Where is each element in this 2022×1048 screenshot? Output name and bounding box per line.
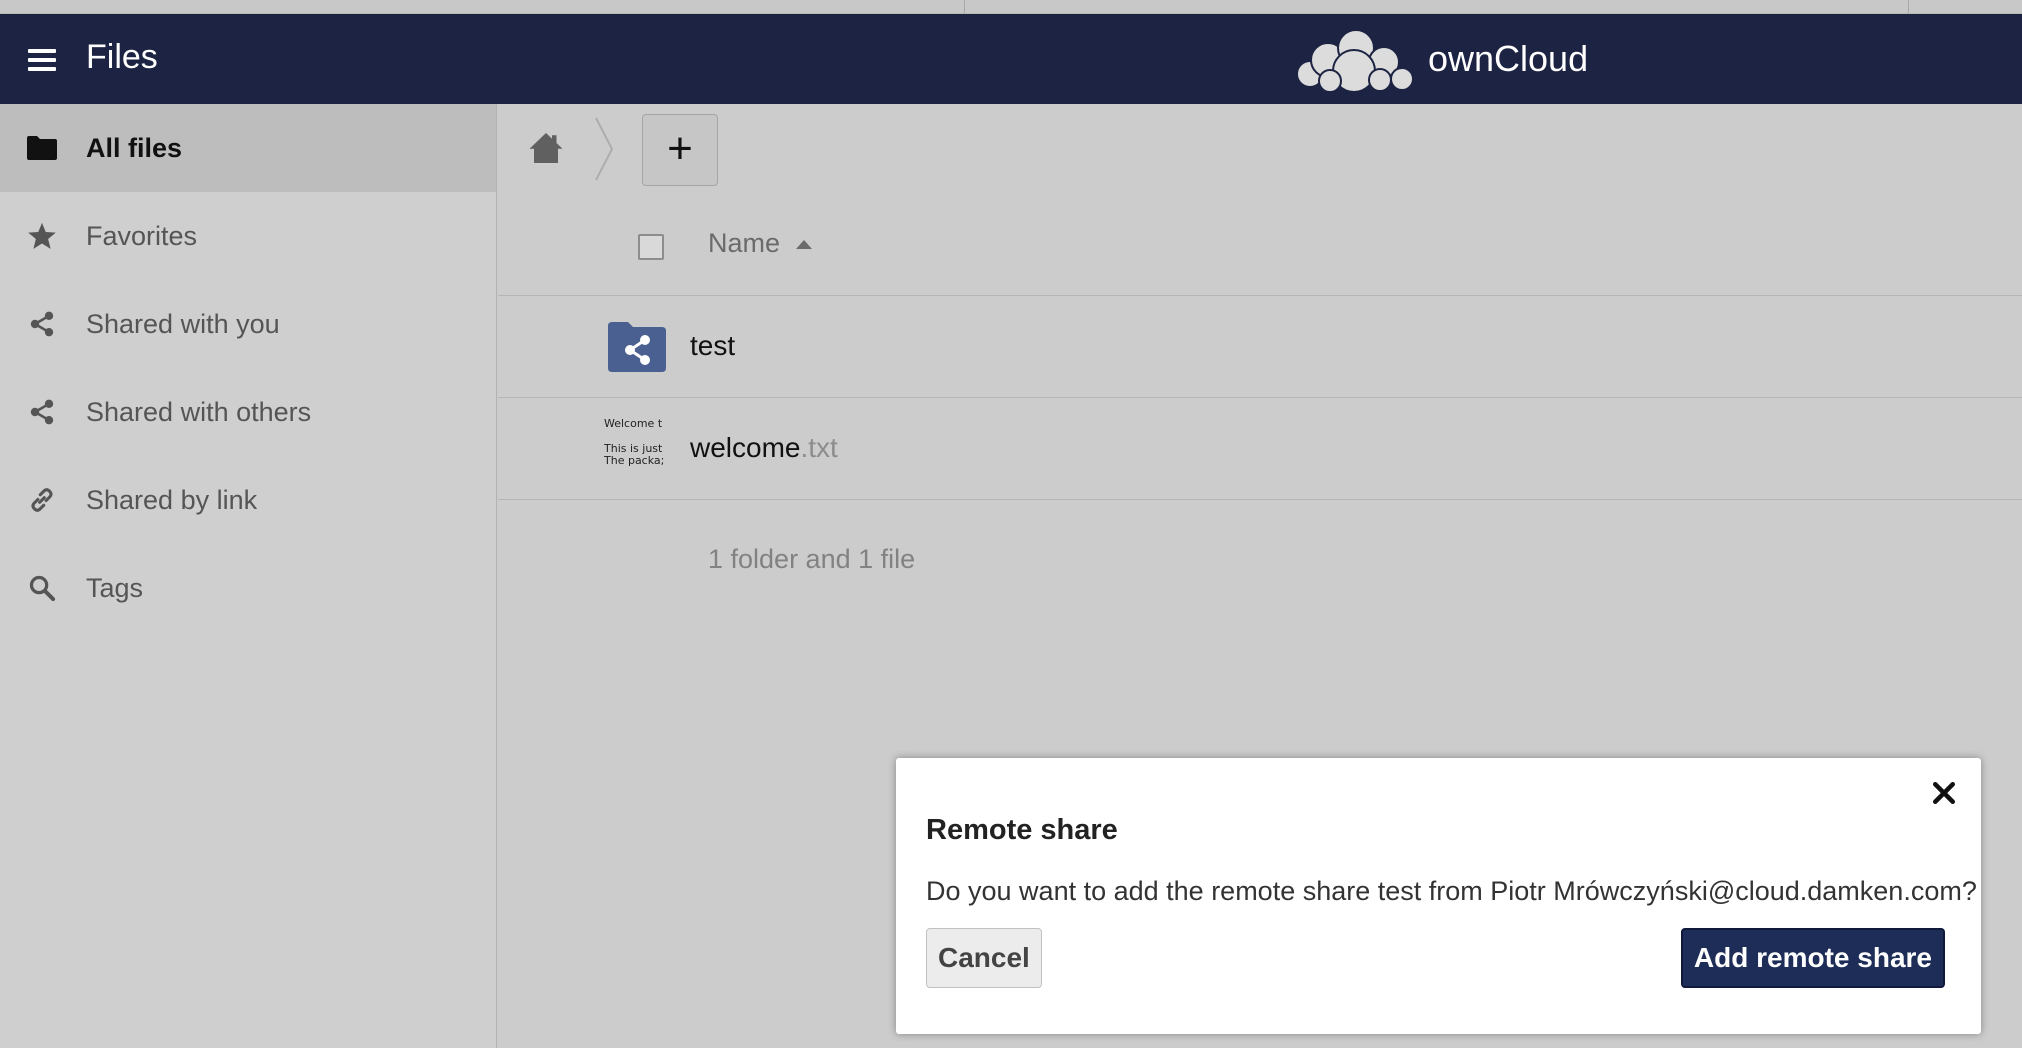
dialog-message: Do you want to add the remote share test…: [926, 876, 1977, 906]
sidebar-item-label: Shared with you: [86, 308, 280, 339]
breadcrumb: +: [498, 104, 2022, 194]
search-icon: [26, 572, 58, 604]
share-icon: [26, 396, 58, 428]
file-basename: test: [690, 330, 736, 361]
sidebar-item-favorites[interactable]: Favorites: [0, 192, 496, 280]
file-name[interactable]: test: [690, 330, 735, 362]
file-name[interactable]: welcome.txt: [690, 432, 838, 464]
strip-divider: [1908, 0, 1909, 14]
brand-name: ownCloud: [1428, 38, 1589, 79]
sidebar-item-label: Shared by link: [86, 484, 258, 515]
remote-share-dialog: Remote share Do you want to add the remo…: [896, 758, 1981, 1034]
owncloud-cloud-logo: [1296, 29, 1414, 93]
file-summary: 1 folder and 1 file: [708, 544, 916, 574]
sidebar-item-label: Favorites: [86, 220, 198, 251]
new-file-button[interactable]: +: [642, 114, 718, 186]
hamburger-menu-icon[interactable]: [28, 49, 56, 71]
brand[interactable]: ownCloud: [1294, 24, 1588, 94]
app-header: Files ownCloud: [0, 14, 2022, 104]
preview-line: Welcome t: [604, 418, 663, 430]
dialog-title: Remote share: [926, 814, 1118, 846]
file-row[interactable]: test: [498, 296, 2022, 398]
strip-divider: [964, 0, 965, 14]
browser-top-strip: [0, 0, 2022, 14]
file-row[interactable]: Welcome t This is just The packa; welcom…: [498, 398, 2022, 500]
sidebar-item-label: Shared with others: [86, 396, 312, 427]
select-all-checkbox[interactable]: [638, 234, 664, 260]
file-basename: welcome: [690, 432, 801, 463]
cancel-button[interactable]: Cancel: [926, 928, 1042, 988]
app-title: Files: [86, 38, 158, 76]
sidebar: All files Favorites Shared with you Shar…: [0, 104, 497, 1048]
sidebar-item-shared-with-others[interactable]: Shared with others: [0, 368, 496, 456]
star-icon: [26, 220, 58, 252]
breadcrumb-separator-icon: [595, 117, 614, 181]
file-extension: .txt: [800, 432, 838, 463]
sidebar-item-tags[interactable]: Tags: [0, 544, 496, 632]
sidebar-item-label: Tags: [86, 572, 144, 603]
sidebar-item-label: All files: [86, 132, 183, 163]
sort-ascending-icon[interactable]: [796, 240, 812, 249]
name-column-header[interactable]: Name: [708, 228, 780, 259]
text-file-preview-thumbnail: Welcome t This is just The packa;: [604, 418, 670, 480]
preview-line: The packa;: [604, 454, 665, 467]
shared-folder-icon: [608, 322, 666, 372]
sidebar-item-all-files[interactable]: All files: [0, 104, 496, 192]
file-list-header: Name: [498, 194, 2022, 296]
home-icon[interactable]: [528, 130, 564, 166]
close-icon[interactable]: [1929, 778, 1959, 808]
link-icon: [26, 484, 58, 516]
sidebar-item-shared-by-link[interactable]: Shared by link: [0, 456, 496, 544]
sidebar-item-shared-with-you[interactable]: Shared with you: [0, 280, 496, 368]
folder-icon: [26, 132, 58, 164]
share-icon: [26, 308, 58, 340]
add-remote-share-button[interactable]: Add remote share: [1680, 928, 1945, 988]
